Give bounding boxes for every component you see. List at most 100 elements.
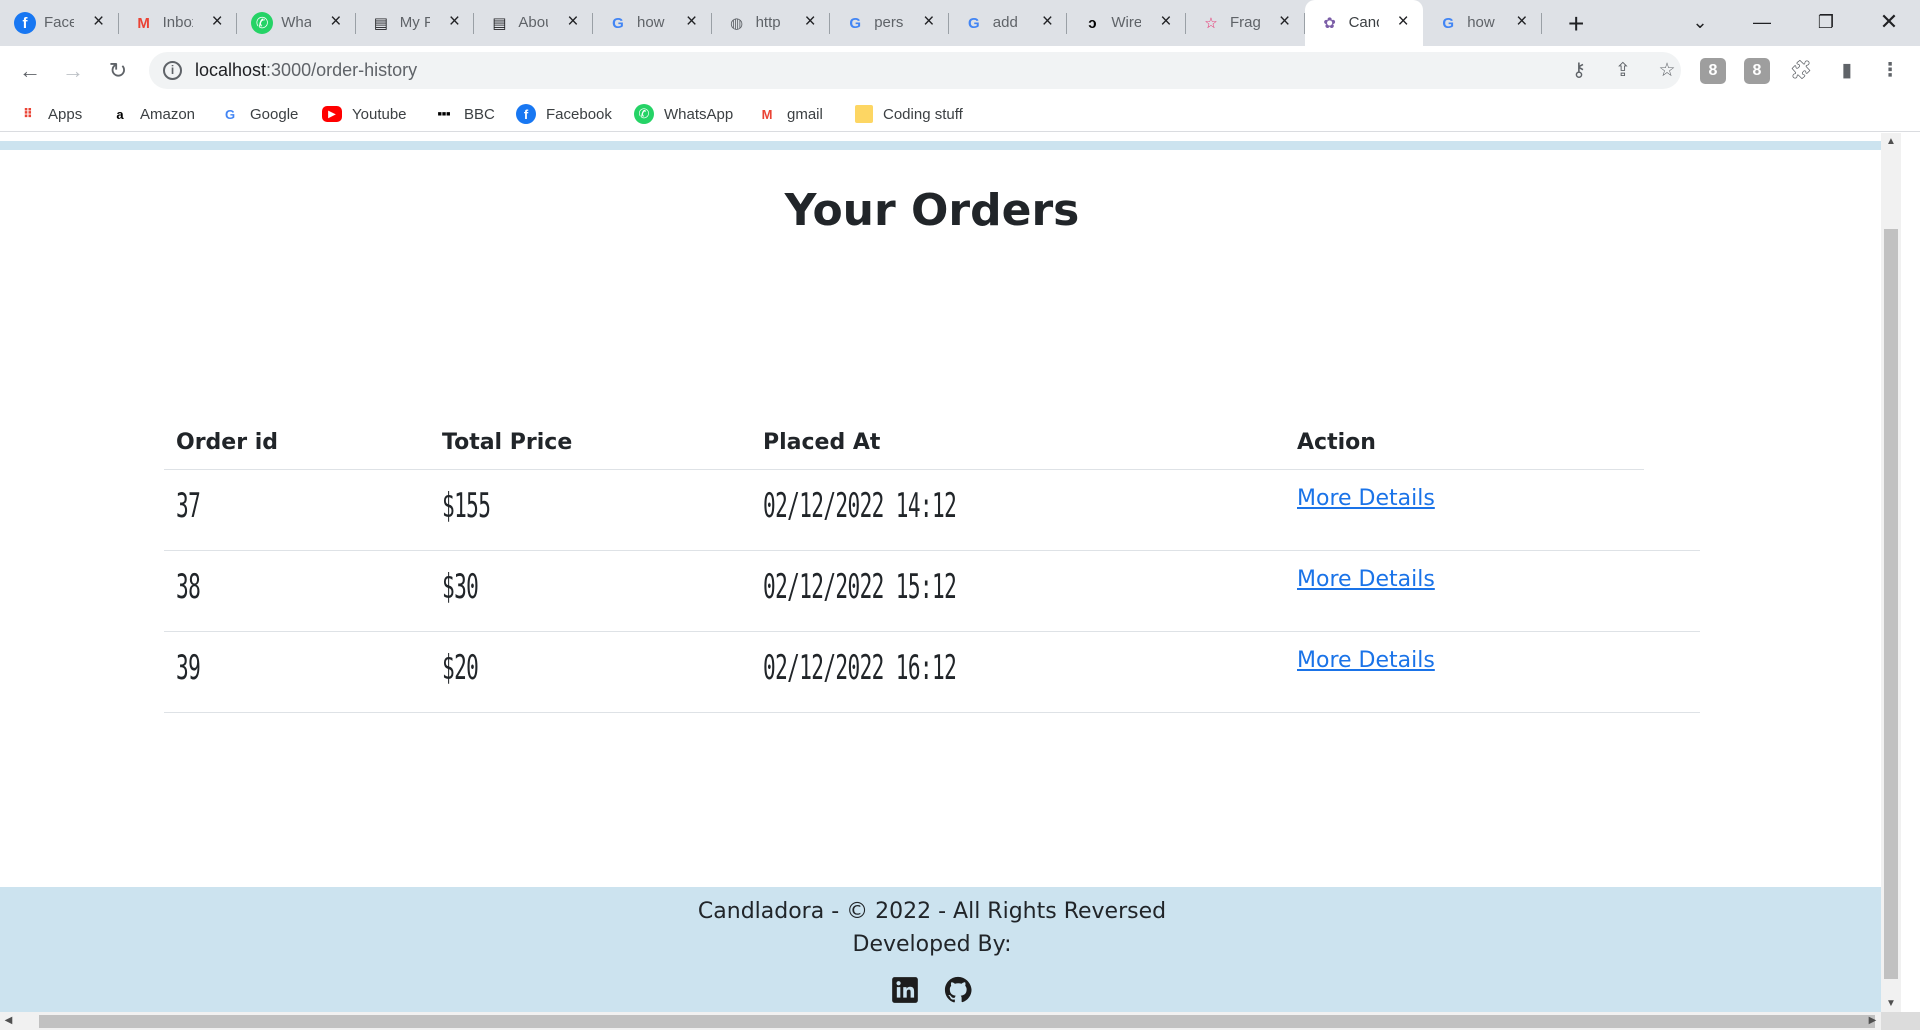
document-icon: ▤ — [492, 15, 507, 32]
scroll-down-arrow-icon[interactable]: ▼ — [1881, 995, 1901, 1012]
bookmark-label: BBC — [464, 105, 495, 123]
order-id-cell: 38 — [176, 567, 201, 607]
scroll-right-arrow-icon[interactable]: ▶ — [1864, 1012, 1881, 1030]
close-tab-icon[interactable]: × — [682, 12, 702, 32]
close-tab-icon[interactable]: × — [800, 12, 820, 32]
linkedin-icon[interactable] — [891, 976, 919, 1004]
total-price-cell: $30 — [442, 567, 479, 607]
bookmark-item[interactable]: ✆ WhatsApp — [634, 103, 733, 125]
tab-title: Frag — [1230, 14, 1260, 31]
browser-tab[interactable]: Ghow × — [1423, 0, 1542, 46]
total-price-cell: $155 — [442, 486, 491, 526]
close-tab-icon[interactable]: × — [326, 12, 346, 32]
youtube-icon: ▶ — [322, 106, 342, 122]
scroll-left-arrow-icon[interactable]: ◀ — [0, 1012, 17, 1030]
bookmark-item[interactable]: f Facebook — [516, 103, 612, 125]
tab-title: how — [1467, 14, 1495, 31]
close-tab-icon[interactable]: × — [563, 12, 583, 32]
bookmark-item[interactable]: Mgmail — [757, 103, 823, 125]
extension-badge-icon[interactable]: 8 — [1744, 58, 1770, 84]
browser-tab[interactable]: Gadd × — [949, 0, 1068, 46]
url-text[interactable]: localhost:3000/order-history — [195, 60, 417, 81]
bookmark-item[interactable]: a Amazon — [110, 103, 195, 125]
close-tab-icon[interactable]: × — [1393, 12, 1413, 32]
page-title: Your Orders — [784, 185, 1080, 236]
browser-tab[interactable]: ✿ Cand × — [1304, 0, 1424, 46]
close-window-icon[interactable]: ✕ — [1860, 0, 1918, 46]
reload-icon[interactable]: ↻ — [102, 55, 134, 87]
more-details-link[interactable]: More Details — [1297, 567, 1435, 592]
password-key-icon[interactable]: ⚷ — [1568, 60, 1590, 82]
google-icon: G — [612, 14, 624, 32]
forward-icon[interactable]: → — [57, 55, 89, 87]
folder-icon — [855, 105, 873, 123]
bookmark-item[interactable]: ■■■ BBC — [434, 103, 495, 125]
google-icon: G — [967, 14, 980, 32]
menu-kebab-icon[interactable]: ⋮ — [1877, 58, 1903, 84]
close-tab-icon[interactable]: × — [207, 12, 227, 32]
horizontal-scrollbar[interactable]: ◀ ▶ — [0, 1012, 1881, 1030]
restore-icon[interactable]: ❐ — [1797, 0, 1855, 46]
address-bar[interactable]: i localhost:3000/order-history ⚷ ⇪ ☆ — [149, 52, 1681, 89]
horizontal-scroll-thumb[interactable] — [39, 1015, 1875, 1028]
share-icon[interactable]: ⇪ — [1612, 60, 1634, 82]
browser-tab[interactable]: M Inbox × — [119, 0, 238, 46]
more-details-link[interactable]: More Details — [1297, 486, 1435, 511]
close-tab-icon[interactable]: × — [1512, 12, 1532, 32]
table-header-row: Order id Total Price Placed At Action — [164, 418, 1700, 470]
scroll-up-arrow-icon[interactable]: ▲ — [1881, 133, 1901, 150]
tab-search-icon[interactable]: ⌄ — [1671, 0, 1729, 46]
browser-tab[interactable]: Ghow × — [593, 0, 712, 46]
candle-icon: ✿ — [1323, 15, 1336, 32]
extensions-puzzle-icon[interactable]: 🧩︎ — [1788, 58, 1814, 84]
vertical-scroll-thumb[interactable] — [1884, 229, 1898, 979]
browser-tab[interactable]: ☆ Frag × — [1186, 0, 1305, 46]
side-panel-icon[interactable]: ▮ — [1834, 58, 1860, 84]
browser-tab[interactable]: ↄ Wire × — [1067, 0, 1186, 46]
browser-tab[interactable]: ▤ My Files × — [356, 0, 475, 46]
bookmark-item[interactable]: G Google — [220, 103, 298, 125]
header-placed-at: Placed At — [763, 430, 881, 455]
tab-title: Inbox — [162, 14, 193, 31]
order-id-cell: 39 — [176, 648, 201, 688]
tab-title: Facebook — [44, 14, 74, 31]
extension-badge-icon[interactable]: 8 — [1700, 58, 1726, 84]
bookmark-label: Amazon — [140, 105, 196, 123]
close-tab-icon[interactable]: × — [1037, 12, 1057, 32]
bookmark-item[interactable]: ▶ Youtube — [322, 103, 407, 125]
close-tab-icon[interactable]: × — [919, 12, 939, 32]
minimize-icon[interactable]: — — [1733, 0, 1791, 46]
new-tab-button[interactable]: + — [1548, 0, 1612, 46]
close-tab-icon[interactable]: × — [444, 12, 464, 32]
placed-at-cell: 02/12/2022 15:12 — [763, 567, 957, 607]
table-row: 38 $30 02/12/2022 15:12 More Details — [164, 551, 1700, 632]
browser-tab[interactable]: ◍ http × — [712, 0, 831, 46]
google-icon: G — [849, 14, 862, 32]
tab-title: how — [637, 14, 665, 31]
tab-title: About — [518, 14, 548, 31]
bookmark-label: Apps — [48, 105, 83, 123]
browser-tab[interactable]: ▤ About × — [474, 0, 593, 46]
site-info-icon[interactable]: i — [163, 61, 182, 80]
browser-tab[interactable]: ✆ WhatsApp × — [237, 0, 356, 46]
back-icon[interactable]: ← — [14, 55, 46, 87]
google-icon: G — [1442, 14, 1455, 32]
github-icon[interactable] — [944, 976, 972, 1004]
bookmark-item[interactable]: ⠿ Apps — [18, 103, 82, 125]
header-band — [0, 141, 1881, 150]
vertical-scrollbar[interactable]: ▲ ▼ — [1881, 133, 1901, 1012]
close-tab-icon[interactable]: × — [1156, 12, 1176, 32]
page-footer: Candladora - © 2022 - All Rights Reverse… — [0, 887, 1881, 1012]
browser-tab[interactable]: f Facebook × — [0, 0, 119, 46]
bookmark-item[interactable]: Coding stuff — [855, 103, 963, 125]
close-tab-icon[interactable]: × — [1275, 12, 1295, 32]
placed-at-cell: 02/12/2022 16:12 — [763, 648, 957, 688]
bookmark-star-icon[interactable]: ☆ — [1656, 60, 1678, 82]
header-order-id: Order id — [176, 430, 279, 455]
browser-tab[interactable]: Gpers × — [830, 0, 949, 46]
bookmark-label: Facebook — [546, 105, 612, 123]
bookmark-label: WhatsApp — [664, 105, 734, 123]
more-details-link[interactable]: More Details — [1297, 648, 1435, 673]
wire-icon: ↄ — [1088, 14, 1097, 32]
close-tab-icon[interactable]: × — [89, 12, 109, 32]
